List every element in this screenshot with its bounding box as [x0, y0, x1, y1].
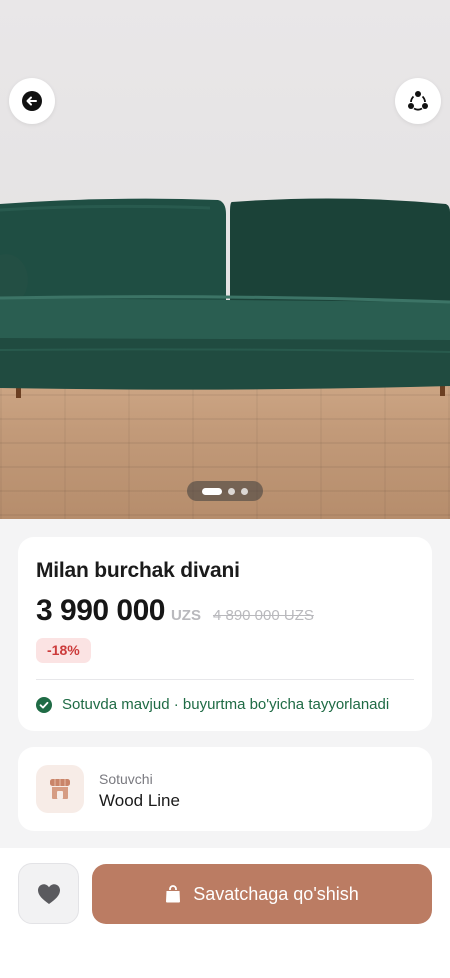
product-image-gallery[interactable] — [0, 0, 450, 519]
seller-avatar — [36, 765, 84, 813]
store-icon — [50, 779, 70, 799]
arrow-left-icon — [22, 91, 42, 111]
sofa-photo — [0, 198, 450, 398]
stock-status-text: Sotuvda mavjud · buyurtma bo'yicha tayyo… — [62, 696, 390, 713]
gallery-pagination[interactable] — [187, 481, 263, 501]
old-price: 4 890 000 UZS — [212, 607, 314, 624]
gallery-dot-1[interactable] — [202, 487, 222, 495]
gallery-dot-3[interactable] — [241, 487, 248, 495]
share-button[interactable] — [395, 78, 441, 124]
price-row: 3 990 000 UZS 4 890 000 UZS — [36, 594, 314, 628]
product-info-card: Milan burchak divani 3 990 000 UZS 4 890… — [18, 537, 432, 731]
price-currency: UZS — [170, 607, 201, 624]
gallery-dot-2[interactable] — [228, 487, 235, 495]
add-to-cart-button[interactable]: Savatchaga qo'shish — [92, 864, 432, 924]
heart-icon — [37, 883, 60, 904]
divider — [36, 679, 414, 680]
stock-status: Sotuvda mavjud · buyurtma bo'yicha tayyo… — [36, 696, 389, 713]
favorite-button[interactable] — [18, 863, 79, 924]
seller-card[interactable]: Sotuvchi Wood Line — [18, 747, 432, 831]
add-to-cart-label: Savatchaga qo'shish — [193, 883, 359, 904]
seller-caption: Sotuvchi — [99, 771, 153, 787]
shopping-bag-icon — [166, 885, 181, 903]
discount-badge: -18% — [36, 638, 91, 663]
share-icon — [408, 91, 428, 111]
product-title: Milan burchak divani — [36, 559, 240, 582]
bottom-action-bar: Savatchaga qo'shish — [0, 848, 450, 978]
current-price: 3 990 000 — [36, 594, 165, 627]
back-button[interactable] — [9, 78, 55, 124]
seller-name[interactable]: Wood Line — [99, 791, 180, 811]
check-circle-icon — [36, 696, 52, 713]
